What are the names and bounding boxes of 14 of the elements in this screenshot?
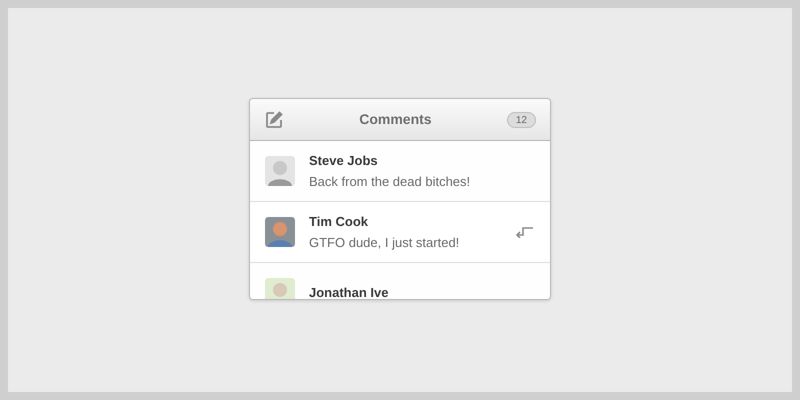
panel-title: Comments: [358, 110, 433, 129]
comment-count: 12: [506, 112, 536, 128]
comment-text: GTFO dude, I just started!: [309, 234, 460, 252]
comment-row[interactable]: Tim Cook GTFO dude, I just started!: [250, 202, 550, 263]
comment-author: Steve Jobs: [309, 152, 379, 170]
reply-button[interactable]: [515, 224, 535, 240]
compose-button[interactable]: [264, 110, 284, 130]
comment-author: Jonathan Ive: [309, 284, 390, 299]
comment-text: Back from the dead bitches!: [309, 172, 472, 190]
comment-author: Tim Cook: [309, 213, 369, 231]
comment-row[interactable]: Steve Jobs Back from the dead bitches!: [250, 141, 550, 202]
reply-icon: [516, 226, 534, 238]
edit-icon: [265, 110, 283, 128]
comment-row[interactable]: Jonathan Ive: [250, 263, 550, 299]
